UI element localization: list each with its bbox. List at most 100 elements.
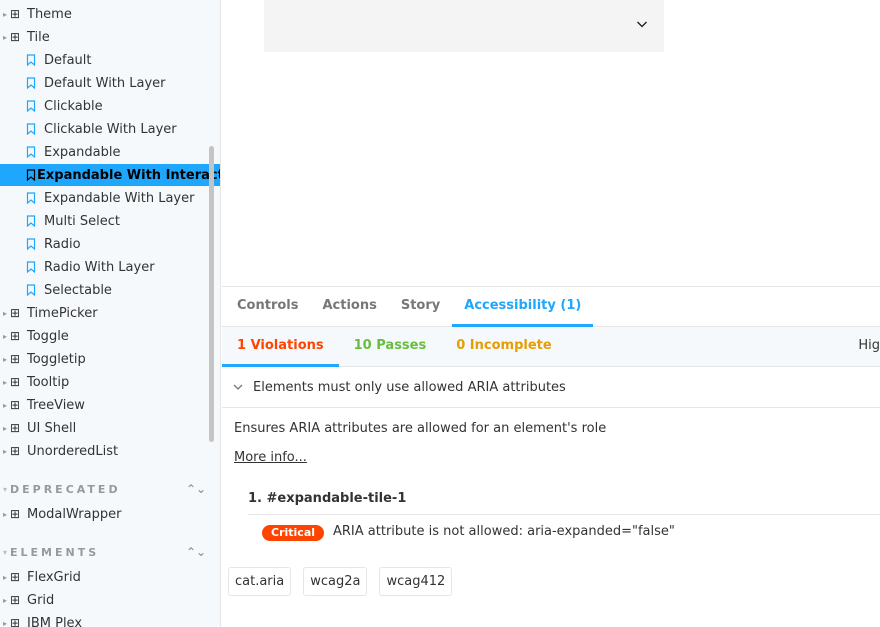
sidebar-item-label: Multi Select <box>44 213 121 229</box>
rule-tag: cat.aria <box>228 567 292 596</box>
tab-actions[interactable]: Actions <box>310 287 388 327</box>
sidebar-item-label: Selectable <box>44 282 112 298</box>
sidebar-item-label: Tooltip <box>27 374 70 390</box>
component-icon: ⊞ <box>10 7 21 21</box>
highlight-toggle-label[interactable]: Hig <box>858 327 880 365</box>
sidebar-item-label: Clickable <box>44 98 103 114</box>
rule-description: Ensures ARIA attributes are allowed for … <box>234 421 607 436</box>
sidebar-item-tooltip[interactable]: ▸ ⊞ Tooltip <box>0 371 220 393</box>
section-heading: ELEMENTS <box>10 545 100 559</box>
caret-right-icon: ▸ <box>2 572 7 582</box>
sidebar-item-ui-shell[interactable]: ▸ ⊞ UI Shell <box>0 417 220 439</box>
sidebar-story-selectable[interactable]: Selectable <box>0 279 220 301</box>
caret-down-icon: ▾ <box>2 484 7 494</box>
bookmark-icon <box>26 192 43 204</box>
sidebar-story-multi-select[interactable]: Multi Select <box>0 210 220 232</box>
tab-passes[interactable]: 10 Passes <box>339 327 442 367</box>
sidebar: ▸ ⊞ Theme ▸ ⊞ Tile Default Default With Layer Cl… <box>0 0 221 627</box>
tab-controls[interactable]: Controls <box>225 287 310 327</box>
sidebar-story-default-with-layer[interactable]: Default With Layer <box>0 72 220 94</box>
sidebar-item-grid[interactable]: ▸ ⊞ Grid <box>0 589 220 611</box>
component-icon: ⊞ <box>10 30 21 44</box>
bookmark-icon <box>26 146 43 158</box>
chevron-down-icon <box>233 384 243 390</box>
component-icon: ⊞ <box>10 329 21 343</box>
caret-right-icon: ▸ <box>2 331 7 341</box>
component-icon: ⊞ <box>10 570 21 584</box>
sidebar-item-modalwrapper[interactable]: ▸ ⊞ ModalWrapper <box>0 503 220 525</box>
caret-right-icon: ▸ <box>2 354 7 364</box>
sidebar-item-label: Radio With Layer <box>44 259 155 275</box>
a11y-subtabs: 1 Violations 10 Passes 0 Incomplete Hig <box>222 327 880 367</box>
bookmark-icon <box>26 123 43 135</box>
tab-violations[interactable]: 1 Violations <box>222 327 339 367</box>
caret-right-icon: ▸ <box>2 400 7 410</box>
sidebar-item-timepicker[interactable]: ▸ ⊞ TimePicker <box>0 302 220 324</box>
sidebar-item-label: Toggletip <box>27 351 86 367</box>
sidebar-story-clickable[interactable]: Clickable <box>0 95 220 117</box>
sidebar-item-flexgrid[interactable]: ▸ ⊞ FlexGrid <box>0 566 220 588</box>
rule-row[interactable]: Elements must only use allowed ARIA attr… <box>222 367 880 408</box>
sidebar-item-label: Expandable With Interactive <box>37 167 220 183</box>
sidebar-item-ibm-plex[interactable]: ▸ ⊞ IBM Plex <box>0 612 220 627</box>
sidebar-item-label: FlexGrid <box>27 569 81 585</box>
addon-panel: Controls Actions Story Accessibility (1) 1 … <box>222 286 880 627</box>
component-icon: ⊞ <box>10 306 21 320</box>
expandable-tile[interactable] <box>264 0 664 52</box>
caret-right-icon: ▸ <box>2 423 7 433</box>
caret-right-icon: ▸ <box>2 377 7 387</box>
sidebar-item-label: UI Shell <box>27 420 77 436</box>
tab-accessibility[interactable]: Accessibility (1) <box>452 287 594 327</box>
expand-collapse-icon[interactable]: ⌃⌄ <box>186 482 206 496</box>
bookmark-icon <box>26 284 43 296</box>
sidebar-story-expandable-with-interactive[interactable]: Expandable With Interactive <box>0 164 220 186</box>
tab-incomplete[interactable]: 0 Incomplete <box>441 327 566 367</box>
divider <box>248 514 880 515</box>
sidebar-scrollbar[interactable] <box>209 146 214 442</box>
section-heading: DEPRECATED <box>10 482 121 496</box>
sidebar-item-label: IBM Plex <box>27 615 83 627</box>
sidebar-item-unorderedlist[interactable]: ▸ ⊞ UnorderedList <box>0 440 220 462</box>
caret-right-icon: ▸ <box>2 595 7 605</box>
sidebar-item-label: Toggle <box>27 328 69 344</box>
bookmark-icon <box>26 77 43 89</box>
sidebar-item-toggle[interactable]: ▸ ⊞ Toggle <box>0 325 220 347</box>
caret-right-icon: ▸ <box>2 308 7 318</box>
sidebar-story-expandable[interactable]: Expandable <box>0 141 220 163</box>
caret-right-icon: ▸ <box>2 446 7 456</box>
bookmark-icon <box>26 215 43 227</box>
sidebar-story-default[interactable]: Default <box>0 49 220 71</box>
sidebar-item-label: Default With Layer <box>44 75 166 91</box>
sidebar-item-label: Theme <box>27 6 72 22</box>
bookmark-icon <box>26 169 36 181</box>
tab-story[interactable]: Story <box>389 287 452 327</box>
sidebar-item-label: Expandable With Layer <box>44 190 195 206</box>
rule-tag: wcag2a <box>303 567 368 596</box>
section-elements[interactable]: ▾ ELEMENTS ⌃⌄ <box>0 542 220 562</box>
more-info-link[interactable]: More info... <box>234 450 307 465</box>
sidebar-story-radio[interactable]: Radio <box>0 233 220 255</box>
violation-node[interactable]: 1. #expandable-tile-1 <box>248 491 406 506</box>
caret-right-icon: ▸ <box>2 618 7 627</box>
sidebar-item-label: UnorderedList <box>27 443 119 459</box>
component-icon: ⊞ <box>10 421 21 435</box>
section-deprecated[interactable]: ▾ DEPRECATED ⌃⌄ <box>0 479 220 499</box>
sidebar-item-toggletip[interactable]: ▸ ⊞ Toggletip <box>0 348 220 370</box>
sidebar-story-expandable-with-layer[interactable]: Expandable With Layer <box>0 187 220 209</box>
expand-collapse-icon[interactable]: ⌃⌄ <box>186 545 206 559</box>
sidebar-story-radio-with-layer[interactable]: Radio With Layer <box>0 256 220 278</box>
sidebar-item-tile[interactable]: ▸ ⊞ Tile <box>0 26 220 48</box>
sidebar-item-label: TreeView <box>27 397 85 413</box>
sidebar-item-theme[interactable]: ▸ ⊞ Theme <box>0 3 220 25</box>
bookmark-icon <box>26 54 43 66</box>
sidebar-item-label: Expandable <box>44 144 121 160</box>
caret-right-icon: ▸ <box>2 509 7 519</box>
sidebar-item-label: Clickable With Layer <box>44 121 177 137</box>
component-icon: ⊞ <box>10 507 21 521</box>
sidebar-item-label: Grid <box>27 592 55 608</box>
sidebar-item-treeview[interactable]: ▸ ⊞ TreeView <box>0 394 220 416</box>
rule-tag: wcag412 <box>379 567 453 596</box>
sidebar-story-clickable-with-layer[interactable]: Clickable With Layer <box>0 118 220 140</box>
component-icon: ⊞ <box>10 616 21 627</box>
sidebar-item-label: ModalWrapper <box>27 506 122 522</box>
